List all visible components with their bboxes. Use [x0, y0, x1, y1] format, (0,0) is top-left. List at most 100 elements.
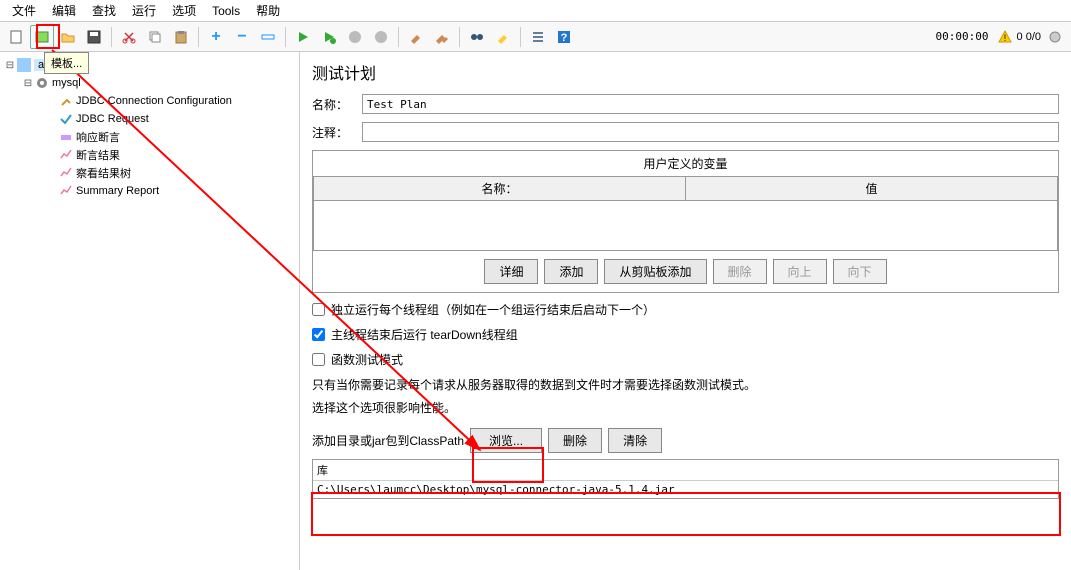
menu-edit[interactable]: 编辑 — [44, 0, 84, 21]
broom-icon — [408, 29, 424, 45]
folder-icon — [60, 29, 76, 45]
menu-search[interactable]: 查找 — [84, 0, 124, 21]
help-icon: ? — [556, 29, 572, 45]
separator — [520, 27, 521, 47]
down-button[interactable]: 向下 — [833, 259, 887, 284]
separator — [285, 27, 286, 47]
new-button[interactable] — [4, 25, 28, 49]
open-button[interactable] — [56, 25, 80, 49]
user-vars-title: 用户定义的变量 — [313, 151, 1058, 176]
up-button[interactable]: 向上 — [773, 259, 827, 284]
menubar: 文件 编辑 查找 运行 选项 Tools 帮助 — [0, 0, 1071, 22]
tree-label: JDBC Connection Configuration — [76, 95, 232, 107]
add-button[interactable]: 添加 — [544, 259, 598, 284]
add-clipboard-button[interactable]: 从剪贴板添加 — [604, 259, 706, 284]
listener-icon — [58, 183, 74, 199]
note-2: 选择这个选项很影响性能。 — [312, 399, 1059, 416]
tree-threadgroup[interactable]: ⊟ mysql — [4, 74, 295, 92]
cut-button[interactable] — [117, 25, 141, 49]
search-button[interactable] — [465, 25, 489, 49]
user-vars-table: 名称： 值 — [313, 176, 1058, 201]
detail-button[interactable]: 详细 — [484, 259, 538, 284]
plus-icon: + — [211, 28, 220, 46]
config-icon — [58, 93, 74, 109]
elapsed-timer: 00:00:00 — [930, 30, 995, 43]
tooltip: 模板... — [44, 52, 89, 74]
functest-label: 函数测试模式 — [331, 351, 403, 368]
toolbar: + − ? 00:00:00 ! 0 0/0 — [0, 22, 1071, 52]
teardown-checkbox[interactable] — [312, 328, 325, 341]
tree-label: 响应断言 — [76, 129, 120, 145]
toggle-button[interactable] — [256, 25, 280, 49]
teardown-label: 主线程结束后运行 tearDown线程组 — [331, 326, 518, 343]
library-listbox[interactable]: 库 C:\Users\laumcc\Desktop\mysql-connecto… — [312, 459, 1059, 499]
clear-lib-button[interactable]: 清除 — [608, 428, 662, 453]
clear-button[interactable] — [404, 25, 428, 49]
start-button[interactable] — [291, 25, 315, 49]
menu-file[interactable]: 文件 — [4, 0, 44, 21]
delete-button[interactable]: 删除 — [713, 259, 767, 284]
stop-icon — [347, 29, 363, 45]
name-input[interactable] — [362, 94, 1059, 114]
separator — [398, 27, 399, 47]
comment-label: 注释： — [312, 124, 362, 141]
listener-icon — [58, 147, 74, 163]
broom-yellow-icon — [495, 29, 511, 45]
serial-label: 独立运行每个线程组（例如在一个组运行结束后启动下一个） — [331, 301, 655, 318]
delete-lib-button[interactable]: 删除 — [548, 428, 602, 453]
tree-assertion[interactable]: 响应断言 — [4, 128, 295, 146]
col-value[interactable]: 值 — [686, 177, 1058, 201]
paste-button[interactable] — [169, 25, 193, 49]
panel-title: 测试计划 — [312, 60, 1059, 84]
tree-view-results[interactable]: 察看结果树 — [4, 164, 295, 182]
save-button[interactable] — [82, 25, 106, 49]
comment-input[interactable] — [362, 122, 1059, 142]
copy-button[interactable] — [143, 25, 167, 49]
shutdown-button[interactable] — [369, 25, 393, 49]
tree-jdbc-req[interactable]: JDBC Request — [4, 110, 295, 128]
svg-text:!: ! — [1003, 33, 1006, 43]
clear-all-button[interactable] — [430, 25, 454, 49]
browse-button[interactable]: 浏览... — [470, 428, 542, 453]
user-vars-body[interactable] — [313, 201, 1058, 251]
tree-jdbc-conn[interactable]: JDBC Connection Configuration — [4, 92, 295, 110]
broom-all-icon — [434, 29, 450, 45]
separator — [459, 27, 460, 47]
gear-icon — [34, 75, 50, 91]
tree-summary[interactable]: Summary Report — [4, 182, 295, 200]
tree-label: JDBC Request — [76, 113, 149, 125]
list-icon — [530, 29, 546, 45]
svg-text:?: ? — [561, 32, 568, 44]
toggle-icon — [260, 29, 276, 45]
menu-run[interactable]: 运行 — [124, 0, 164, 21]
help-button[interactable]: ? — [552, 25, 576, 49]
tree-assert-result[interactable]: 断言结果 — [4, 146, 295, 164]
expand-button[interactable]: + — [204, 25, 228, 49]
collapse-icon[interactable]: ⊟ — [4, 60, 16, 71]
serial-checkbox[interactable] — [312, 303, 325, 316]
listener-icon — [58, 165, 74, 181]
warning-indicator: ! 0 0/0 — [997, 29, 1041, 45]
separator — [111, 27, 112, 47]
function-helper-button[interactable] — [526, 25, 550, 49]
scissors-icon — [121, 29, 137, 45]
tree-label: 断言结果 — [76, 147, 120, 163]
menu-tools[interactable]: Tools — [204, 2, 248, 20]
library-header: 库 — [313, 460, 1058, 481]
templates-button[interactable] — [30, 25, 54, 49]
collapse-icon[interactable]: ⊟ — [22, 78, 34, 89]
reset-search-button[interactable] — [491, 25, 515, 49]
content-panel: 测试计划 名称： 注释： 用户定义的变量 名称： 值 详细 添加 从剪贴板添加 … — [300, 52, 1071, 570]
menu-options[interactable]: 选项 — [164, 0, 204, 21]
start-noTimers-button[interactable] — [317, 25, 341, 49]
copy-icon — [147, 29, 163, 45]
sampler-icon — [58, 111, 74, 127]
serial-checkbox-row: 独立运行每个线程组（例如在一个组运行结束后启动下一个） — [312, 301, 1059, 318]
functest-checkbox[interactable] — [312, 353, 325, 366]
paste-icon — [173, 29, 189, 45]
menu-help[interactable]: 帮助 — [248, 0, 288, 21]
collapse-button[interactable]: − — [230, 25, 254, 49]
col-name[interactable]: 名称： — [314, 177, 686, 201]
stop-button[interactable] — [343, 25, 367, 49]
library-item[interactable]: C:\Users\laumcc\Desktop\mysql-connector-… — [313, 481, 1058, 498]
